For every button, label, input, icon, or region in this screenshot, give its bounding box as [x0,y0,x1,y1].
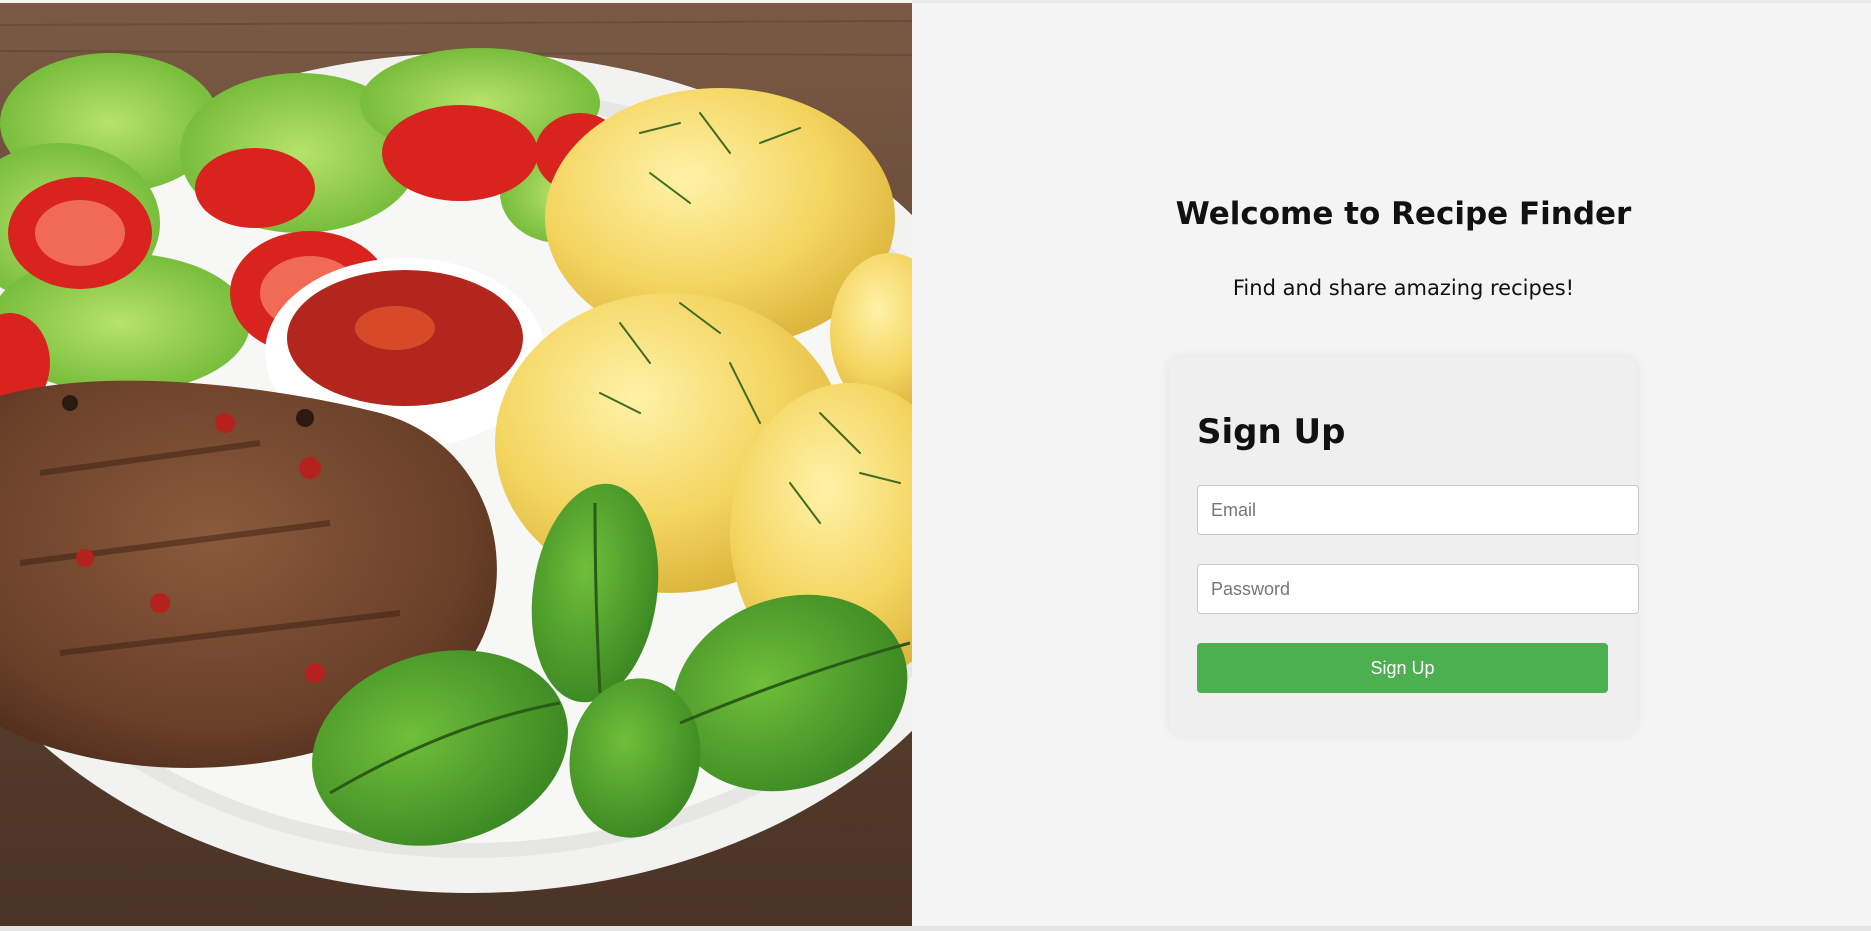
page: Welcome to Recipe Finder Find and share … [0,0,1871,931]
signup-card: Sign Up Sign Up [1169,357,1639,735]
top-divider [912,0,1871,3]
signup-button[interactable]: Sign Up [1197,643,1608,693]
page-title: Welcome to Recipe Finder [1175,196,1632,232]
password-input[interactable] [1197,564,1639,614]
page-tagline: Find and share amazing recipes! [1232,276,1575,300]
bottom-divider [0,926,1871,931]
food-illustration [0,3,912,926]
signup-title: Sign Up [1197,412,1346,452]
hero-food-image [0,3,912,926]
email-input[interactable] [1197,485,1639,535]
